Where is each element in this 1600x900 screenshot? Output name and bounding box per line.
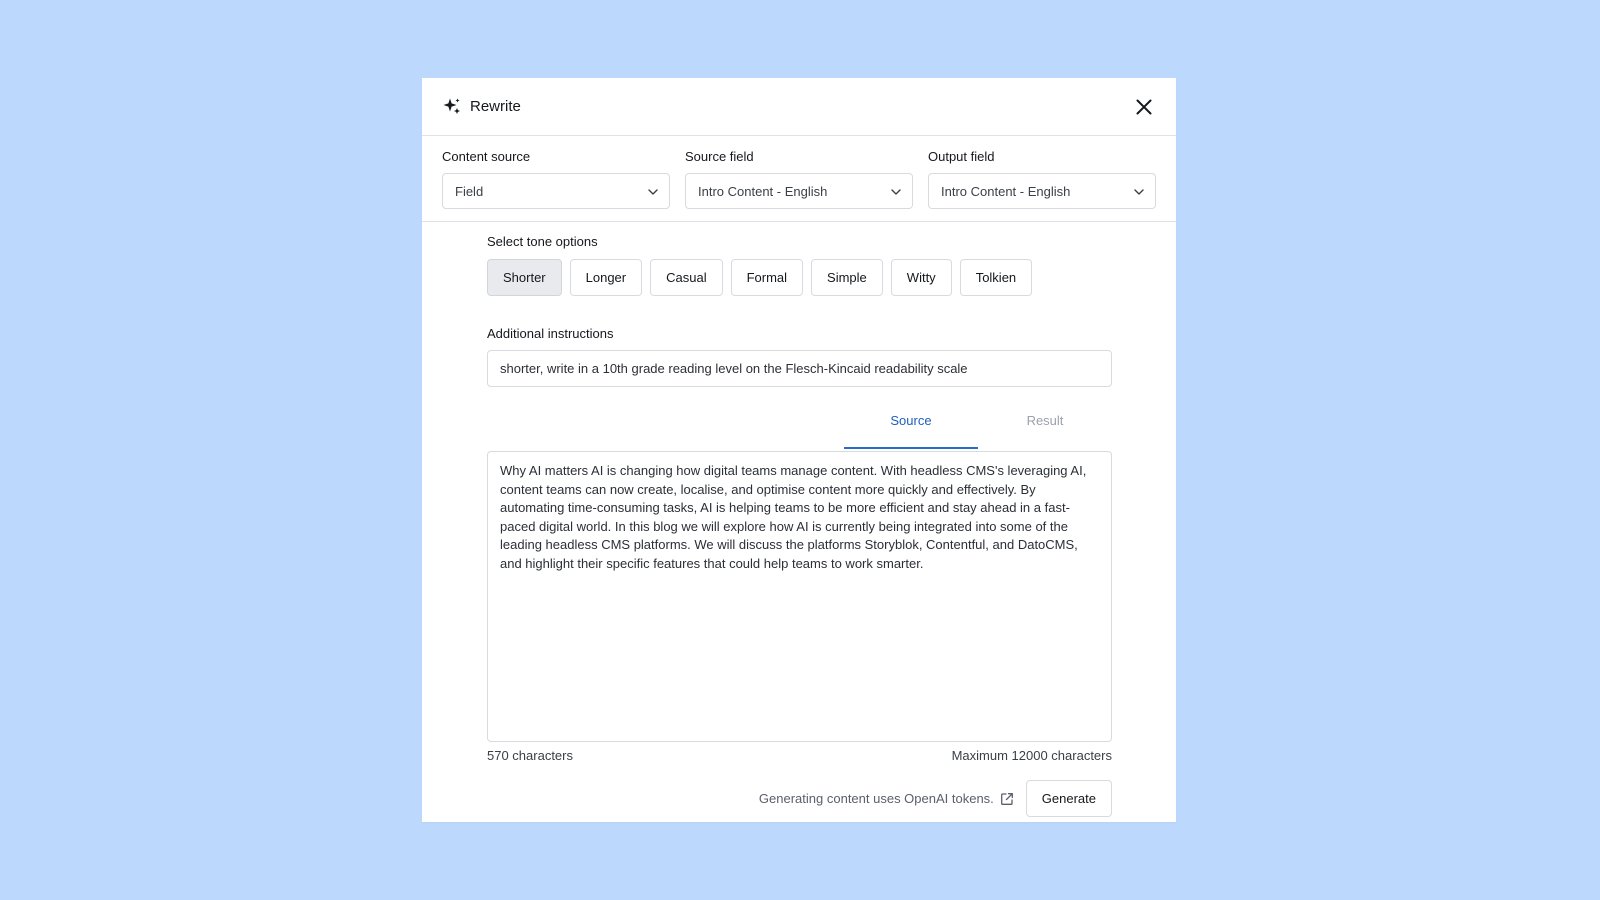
tab-result[interactable]: Result — [978, 409, 1112, 449]
character-counts: 570 characters Maximum 12000 characters — [487, 748, 1112, 764]
instructions-input[interactable] — [487, 350, 1112, 387]
generate-button[interactable]: Generate — [1025, 780, 1112, 817]
dialog-body: Select tone options Shorter Longer Casua… — [422, 234, 1176, 817]
field-selectors: Content source Field Source field Intro … — [422, 136, 1176, 222]
openai-token-note: Generating content uses OpenAI tokens. — [759, 791, 994, 806]
content-source-group: Content source Field — [442, 149, 670, 221]
sparkle-icon — [443, 98, 460, 114]
tone-shorter-button[interactable]: Shorter — [487, 259, 562, 296]
tone-tolkien-button[interactable]: Tolkien — [959, 259, 1033, 296]
instructions-label: Additional instructions — [487, 326, 614, 341]
openai-note-text: Generating content uses OpenAI tokens. — [758, 791, 994, 806]
output-field-label: Output field — [928, 149, 995, 164]
content-source-value: Field — [455, 183, 484, 199]
source-content-textarea[interactable]: Why AI matters AI is changing how digita… — [487, 451, 1112, 742]
source-field-value: Intro Content - English — [698, 183, 828, 199]
content-tabs: Source Result — [487, 409, 1112, 451]
source-field-group: Source field Intro Content - English — [685, 149, 913, 221]
content-source-select[interactable]: Field — [442, 173, 670, 209]
external-link-icon[interactable] — [1000, 792, 1014, 806]
tone-formal-button[interactable]: Formal — [730, 259, 804, 296]
dialog-footer: Generating content uses OpenAI tokens. G… — [487, 780, 1112, 817]
tone-options-label: Select tone options — [487, 234, 598, 249]
tone-options: Shorter Longer Casual Formal Simple Witt… — [487, 259, 1112, 296]
tone-casual-button[interactable]: Casual — [650, 259, 723, 296]
tone-longer-button[interactable]: Longer — [569, 259, 643, 296]
rewrite-dialog: Rewrite Content source Field Source fiel… — [422, 78, 1176, 822]
tab-source[interactable]: Source — [844, 409, 978, 449]
output-field-select[interactable]: Intro Content - English — [928, 173, 1156, 209]
source-field-label: Source field — [685, 149, 754, 164]
dialog-title: Rewrite — [470, 98, 521, 115]
max-characters: Maximum 12000 characters — [951, 748, 1112, 763]
chevron-down-icon — [648, 189, 658, 195]
tone-simple-button[interactable]: Simple — [811, 259, 883, 296]
tone-witty-button[interactable]: Witty — [890, 259, 952, 296]
dialog-header: Rewrite — [422, 78, 1176, 136]
output-field-value: Intro Content - English — [941, 183, 1071, 199]
source-field-select[interactable]: Intro Content - English — [685, 173, 913, 209]
chevron-down-icon — [1134, 189, 1144, 195]
character-count: 570 characters — [487, 748, 573, 763]
output-field-group: Output field Intro Content - English — [928, 149, 1156, 221]
content-source-label: Content source — [442, 149, 531, 164]
close-icon[interactable] — [1134, 97, 1154, 117]
chevron-down-icon — [891, 189, 901, 195]
